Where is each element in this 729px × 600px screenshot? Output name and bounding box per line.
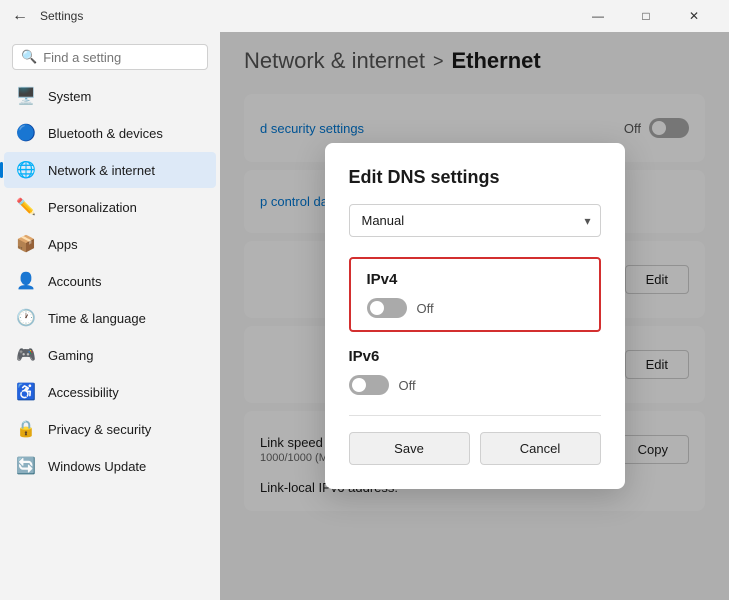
sidebar-item-label: Bluetooth & devices xyxy=(48,126,163,141)
app-container: 🔍 🖥️ System 🔵 Bluetooth & devices 🌐 Netw… xyxy=(0,32,729,600)
modal-actions: Save Cancel xyxy=(349,432,601,465)
privacy-icon: 🔒 xyxy=(16,419,36,439)
sidebar: 🔍 🖥️ System 🔵 Bluetooth & devices 🌐 Netw… xyxy=(0,32,220,600)
sidebar-item-label: Network & internet xyxy=(48,163,155,178)
sidebar-item-personalization[interactable]: ✏️ Personalization xyxy=(4,189,216,225)
ipv4-toggle[interactable] xyxy=(367,298,407,318)
ipv4-title: IPv4 xyxy=(367,271,583,288)
sidebar-item-label: Privacy & security xyxy=(48,422,151,437)
sidebar-item-label: System xyxy=(48,89,91,104)
network-icon: 🌐 xyxy=(16,160,36,180)
modal-title: Edit DNS settings xyxy=(349,167,601,188)
sidebar-item-system[interactable]: 🖥️ System xyxy=(4,78,216,114)
modal-backdrop: Edit DNS settings Automatic (DHCP) Manua… xyxy=(220,32,729,600)
personalization-icon: ✏️ xyxy=(16,197,36,217)
accounts-icon: 👤 xyxy=(16,271,36,291)
sidebar-item-bluetooth[interactable]: 🔵 Bluetooth & devices xyxy=(4,115,216,151)
minimize-button[interactable]: — xyxy=(575,0,621,32)
system-icon: 🖥️ xyxy=(16,86,36,106)
sidebar-item-gaming[interactable]: 🎮 Gaming xyxy=(4,337,216,373)
gaming-icon: 🎮 xyxy=(16,345,36,365)
sidebar-item-network[interactable]: 🌐 Network & internet xyxy=(4,152,216,188)
sidebar-item-apps[interactable]: 📦 Apps xyxy=(4,226,216,262)
ipv6-toggle-label: Off xyxy=(399,378,416,393)
cancel-button[interactable]: Cancel xyxy=(480,432,601,465)
sidebar-item-label: Accounts xyxy=(48,274,101,289)
sidebar-item-label: Apps xyxy=(48,237,78,252)
edit-dns-modal: Edit DNS settings Automatic (DHCP) Manua… xyxy=(325,143,625,489)
modal-select-wrap: Automatic (DHCP) Manual ▾ xyxy=(349,204,601,237)
search-box[interactable]: 🔍 xyxy=(12,44,208,70)
save-button[interactable]: Save xyxy=(349,432,470,465)
modal-divider xyxy=(349,415,601,416)
ipv4-section: IPv4 Off xyxy=(349,257,601,332)
close-button[interactable]: ✕ xyxy=(671,0,717,32)
search-icon: 🔍 xyxy=(21,49,37,65)
sidebar-item-privacy[interactable]: 🔒 Privacy & security xyxy=(4,411,216,447)
ipv6-section: IPv6 Off xyxy=(349,348,601,411)
bluetooth-icon: 🔵 xyxy=(16,123,36,143)
title-bar-controls: — □ ✕ xyxy=(575,0,717,32)
sidebar-item-accessibility[interactable]: ♿ Accessibility xyxy=(4,374,216,410)
sidebar-item-time[interactable]: 🕐 Time & language xyxy=(4,300,216,336)
ipv6-title: IPv6 xyxy=(349,348,601,365)
ipv4-toggle-row: Off xyxy=(367,298,583,318)
sidebar-item-label: Windows Update xyxy=(48,459,146,474)
accessibility-icon: ♿ xyxy=(16,382,36,402)
sidebar-item-label: Gaming xyxy=(48,348,94,363)
title-bar: ← Settings — □ ✕ xyxy=(0,0,729,32)
dns-type-select[interactable]: Automatic (DHCP) Manual xyxy=(349,204,601,237)
sidebar-item-label: Time & language xyxy=(48,311,146,326)
main-content: Network & internet > Ethernet d security… xyxy=(220,32,729,600)
back-arrow[interactable]: ← xyxy=(12,7,28,25)
sidebar-item-label: Accessibility xyxy=(48,385,119,400)
search-input[interactable] xyxy=(43,50,199,65)
ipv6-toggle-row: Off xyxy=(349,375,601,395)
time-icon: 🕐 xyxy=(16,308,36,328)
maximize-button[interactable]: □ xyxy=(623,0,669,32)
sidebar-item-accounts[interactable]: 👤 Accounts xyxy=(4,263,216,299)
sidebar-item-update[interactable]: 🔄 Windows Update xyxy=(4,448,216,484)
apps-icon: 📦 xyxy=(16,234,36,254)
sidebar-item-label: Personalization xyxy=(48,200,137,215)
app-title: Settings xyxy=(40,9,83,23)
title-bar-left: ← Settings xyxy=(12,7,83,25)
ipv4-toggle-label: Off xyxy=(417,301,434,316)
ipv6-toggle[interactable] xyxy=(349,375,389,395)
update-icon: 🔄 xyxy=(16,456,36,476)
